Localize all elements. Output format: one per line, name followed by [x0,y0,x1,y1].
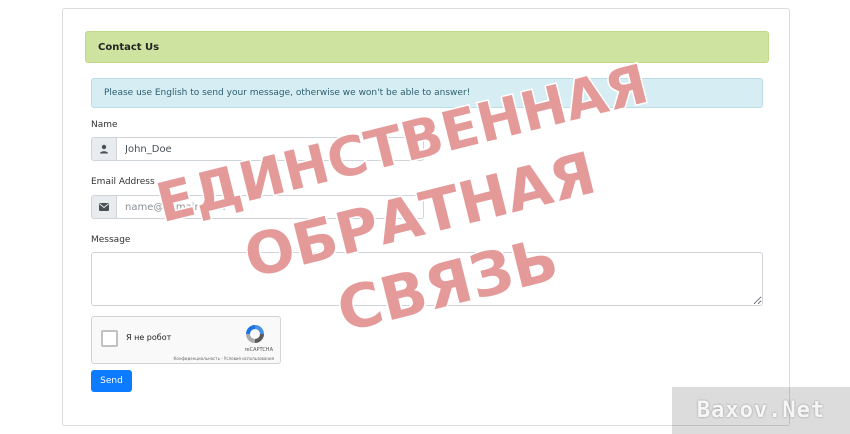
recaptcha-terms[interactable]: Конфиденциальность - Условия использован… [174,356,274,361]
message-label: Message [91,235,131,245]
message-textarea[interactable] [91,252,763,306]
recaptcha-brand: reCAPTCHA [244,347,273,353]
envelope-icon [91,195,117,219]
site-watermark: Baxov.Net [672,387,850,434]
card-title: Contact Us [98,41,160,53]
card-header: Contact Us [85,31,769,63]
watermark-text: Baxov.Net [696,398,826,423]
email-input[interactable] [117,195,424,219]
contact-card: Contact Us Please use English to send yo… [62,8,790,426]
info-alert: Please use English to send your message,… [91,78,763,108]
recaptcha-checkbox[interactable] [101,330,118,347]
recaptcha-logo-icon [246,325,264,343]
recaptcha-label: Я не робот [126,333,172,342]
name-input-group [91,137,424,161]
alert-text: Please use English to send your message,… [104,88,471,98]
name-label: Name [91,120,118,130]
email-label: Email Address [91,177,155,187]
send-button[interactable]: Send [91,370,132,392]
user-icon [91,137,117,161]
email-input-group [91,195,424,219]
recaptcha-widget: Я не робот reCAPTCHA Конфиденциальность … [91,316,281,364]
name-input[interactable] [117,137,424,161]
